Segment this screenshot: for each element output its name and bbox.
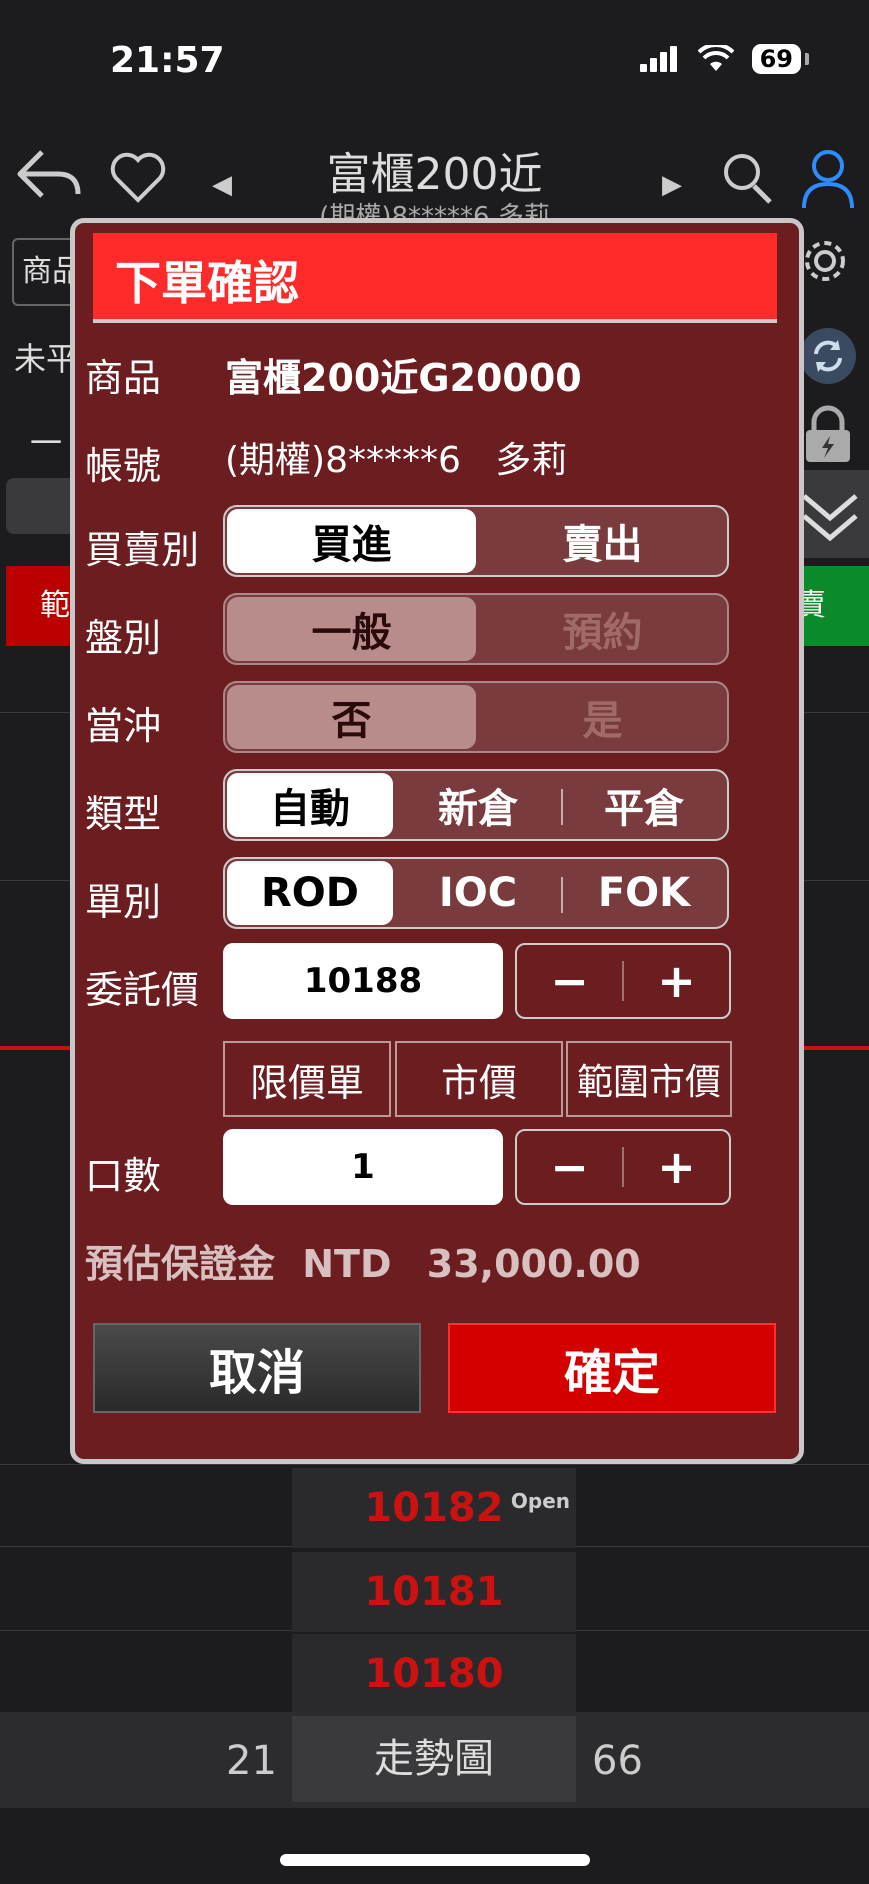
- open-marker: Open: [510, 1489, 570, 1513]
- user-account-icon[interactable]: [800, 146, 856, 214]
- battery-icon: [805, 53, 809, 65]
- home-indicator: [280, 1854, 590, 1866]
- price-stepper: − +: [515, 943, 731, 1019]
- battery-level: 69: [751, 44, 801, 74]
- price-level-value: 10182: [364, 1485, 504, 1531]
- quantity-stepper: − +: [515, 1129, 731, 1205]
- dialog-title: 下單確認: [115, 256, 299, 310]
- range-tab-bg: 範: [6, 566, 72, 646]
- order-confirm-dialog: 下單確認 商品 富櫃200近G20000 帳號 (期權)8*****6 多莉 買…: [70, 218, 804, 1464]
- trend-chart-button[interactable]: 走勢圖: [292, 1716, 576, 1802]
- reserve-session-option: 預約: [562, 610, 643, 656]
- bg-char: 一: [30, 424, 63, 462]
- type-segmented-control: 自動 新倉 平倉: [223, 769, 729, 841]
- price-label: 委託價: [85, 968, 200, 1012]
- bid-count: 21: [226, 1738, 277, 1784]
- price-level-row[interactable]: 10181: [292, 1552, 576, 1632]
- daytrade-yes-option: 是: [582, 698, 623, 744]
- fok-option[interactable]: FOK: [561, 859, 727, 927]
- type-label: 類型: [85, 792, 162, 836]
- order-type-segmented-control: ROD IOC FOK: [223, 857, 729, 929]
- price-level-row[interactable]: 10182 Open: [292, 1468, 576, 1548]
- margin-currency: NTD: [302, 1242, 392, 1286]
- ask-count: 66: [592, 1738, 643, 1784]
- side-segmented-control: 買進 賣出: [223, 505, 729, 577]
- session-label: 盤別: [85, 616, 162, 660]
- rod-option[interactable]: ROD: [227, 861, 393, 925]
- product-value: 富櫃200近G20000: [225, 356, 582, 400]
- daytrade-label: 當沖: [85, 704, 162, 748]
- side-label: 買賣別: [85, 528, 200, 572]
- status-icons: 69: [639, 44, 809, 74]
- dialog-header: 下單確認: [93, 233, 777, 323]
- buy-option[interactable]: 買進: [227, 509, 476, 573]
- new-position-option[interactable]: 新倉: [395, 771, 561, 839]
- daytrade-no-option: 否: [227, 685, 476, 749]
- search-icon[interactable]: [722, 152, 774, 210]
- estimated-margin: 預估保證金 NTD 33,000.00: [85, 1233, 641, 1288]
- price-level-row[interactable]: 10180: [292, 1634, 576, 1714]
- quantity-label: 口數: [85, 1154, 162, 1198]
- product-label: 商品: [85, 356, 162, 400]
- limit-order-button[interactable]: 限價單: [223, 1041, 391, 1117]
- daytrade-segmented-control: 否 是: [223, 681, 729, 753]
- order-type-label: 單別: [85, 880, 162, 924]
- signal-icon: [639, 46, 677, 72]
- cancel-button[interactable]: 取消: [93, 1323, 421, 1413]
- quantity-input[interactable]: 1: [223, 1129, 503, 1205]
- lock-icon[interactable]: [800, 404, 856, 468]
- margin-label: 預估保證金: [85, 1242, 276, 1286]
- price-increment-button[interactable]: +: [624, 945, 729, 1017]
- margin-value: 33,000.00: [426, 1242, 641, 1286]
- next-arrow-icon[interactable]: ▶: [662, 170, 682, 200]
- regular-session-option: 一般: [227, 597, 476, 661]
- market-order-button[interactable]: 市價: [395, 1041, 563, 1117]
- status-time: 21:57: [110, 40, 225, 81]
- quantity-decrement-button[interactable]: −: [517, 1131, 622, 1203]
- ioc-option[interactable]: IOC: [395, 859, 561, 927]
- open-position-label: 未平: [14, 340, 79, 378]
- price-input[interactable]: 10188: [223, 943, 503, 1019]
- account-value: (期權)8*****6 多莉: [225, 440, 568, 481]
- settings-gear-icon[interactable]: [800, 236, 850, 290]
- bg-button: [6, 478, 76, 534]
- sell-option[interactable]: 賣出: [478, 507, 727, 575]
- account-label: 帳號: [85, 444, 162, 488]
- session-segmented-control: 一般 預約: [223, 593, 729, 665]
- confirm-button[interactable]: 確定: [448, 1323, 776, 1413]
- auto-type-option[interactable]: 自動: [227, 773, 393, 837]
- quantity-increment-button[interactable]: +: [624, 1131, 729, 1203]
- refresh-icon[interactable]: [800, 328, 856, 384]
- price-decrement-button[interactable]: −: [517, 945, 622, 1017]
- range-market-order-button[interactable]: 範圍市價: [566, 1041, 732, 1117]
- wifi-icon: [697, 45, 734, 71]
- close-position-option[interactable]: 平倉: [561, 771, 727, 839]
- grid-line: [0, 1464, 869, 1465]
